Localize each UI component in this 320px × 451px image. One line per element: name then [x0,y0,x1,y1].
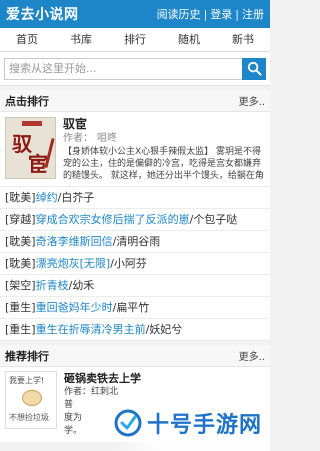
category-tag: [重生] [5,301,36,314]
main-nav: 首页 书库 排行 随机 新书 [0,28,270,52]
list-item[interactable]: [架空]折青枝/幼禾 [0,275,270,297]
more-link[interactable]: 更多.. [239,348,265,363]
top-bar: 爱去小说网 阅读历史 | 登录 | 注册 [0,0,270,28]
nav-new-books[interactable]: 新书 [216,28,270,51]
author-name: 妖妃兮 [149,323,183,336]
book-title-link[interactable]: 折青枝 [36,279,69,292]
category-tag: [耽美] [5,191,36,204]
ranking-list: [耽美]绰约/白芥子 [穿越]穿成合欢宗女修后揣了反派的崽/个包子哒 [耽美]奇… [0,187,270,341]
section-title: 推荐排行 [5,349,49,363]
nav-home[interactable]: 首页 [0,28,54,51]
author-name: 咀咚 [97,133,117,144]
book-author: 作者： 咀咚 [63,132,265,146]
list-item[interactable]: [重生]重生在折辱清冷男主前/妖妃兮 [0,319,270,341]
category-tag: [耽美] [5,235,36,248]
author-label: 作者： [63,133,93,144]
cartoon-face-icon [22,390,42,406]
book-info: 驭宦 作者： 咀咚 【身娇体软小公主X心狠手辣假太监】 雾玥是不得宠的公主，住的是… [63,117,265,182]
book-title-link[interactable]: 绰约 [36,191,58,204]
author-name: 个包子哒 [193,213,238,226]
section-header: 点击排行 更多.. [0,90,270,112]
book-cover[interactable]: 驭 宦 [5,117,56,179]
register-link[interactable]: 注册 [242,6,264,22]
book-title-link[interactable]: 穿成合欢宗女修后揣了反派的崽 [36,213,190,226]
click-ranking-section: 点击排行 更多.. 驭 宦 驭宦 作者： 咀咚 【身娇体软小公主X心狠手辣假太监】… [0,90,270,341]
book-title-link[interactable]: 重回爸妈年少时 [36,301,113,314]
book-title[interactable]: 驭宦 [63,117,265,132]
list-item[interactable]: [重生]重回爸妈年少时/扁平竹 [0,297,270,319]
featured-book[interactable]: 驭 宦 驭宦 作者： 咀咚 【身娇体软小公主X心狠手辣假太监】 雾玥是不得宠的公主… [0,112,270,187]
search-button[interactable] [242,57,266,80]
list-item[interactable]: [耽美]绰约/白芥子 [0,187,270,209]
book-cover[interactable]: 我要上学! 不想捡垃圾 [5,371,57,429]
author-name: 幼禾 [72,279,95,292]
book-title[interactable]: 砸锅卖铁去上学 [64,371,141,386]
list-item[interactable]: [穿越]穿成合欢宗女修后揣了反派的崽/个包子哒 [0,209,270,231]
watermark-logo-icon [114,409,142,437]
author-name: 小阿芬 [113,257,147,270]
section-title: 点击排行 [5,94,49,108]
reading-history-link[interactable]: 阅读历史 [157,6,201,22]
section-header: 推荐排行 更多.. [0,345,270,367]
category-tag: [重生] [5,323,36,336]
login-link[interactable]: 登录 [210,6,232,22]
book-title-link[interactable]: 漂亮炮灰[无限] [36,257,111,270]
nav-ranking[interactable]: 排行 [108,28,162,51]
category-tag: [耽美] [5,257,36,270]
watermark: 十号手游网 [110,395,270,451]
book-title-link[interactable]: 奇洛李维斯回信 [36,235,113,248]
more-link[interactable]: 更多.. [239,93,265,108]
list-item[interactable]: [耽美]漂亮炮灰[无限]/小阿芬 [0,253,270,275]
category-tag: [穿越] [5,213,36,226]
header-links: 阅读历史 | 登录 | 注册 [157,6,264,22]
book-title-link[interactable]: 重生在折辱清冷男主前 [36,323,146,336]
watermark-text: 十号手游网 [146,413,262,438]
cover-text: 我要上学! [9,376,45,385]
cover-text: 不想捡垃圾 [9,413,49,422]
book-description: 【身娇体软小公主X心狠手辣假太监】 雾玥是不得宠的公主，住的是偏僻的冷宫，吃得是… [63,147,264,181]
nav-random[interactable]: 随机 [162,28,216,51]
separator: | [203,7,208,21]
separator: | [235,7,239,21]
nav-library[interactable]: 书库 [54,28,108,51]
site-brand[interactable]: 爱去小说网 [6,4,79,24]
author-name: 白芥子 [61,191,95,204]
category-tag: [架空] [5,279,36,292]
author-name: 扁平竹 [116,301,150,314]
search-icon [247,61,262,76]
cover-band [22,121,42,126]
author-name: 清明谷雨 [116,235,161,248]
search-input[interactable]: 搜索从这里开始... [4,57,242,80]
search-bar: 搜索从这里开始... [0,52,270,86]
list-item[interactable]: [耽美]奇洛李维斯回信/清明谷雨 [0,231,270,253]
